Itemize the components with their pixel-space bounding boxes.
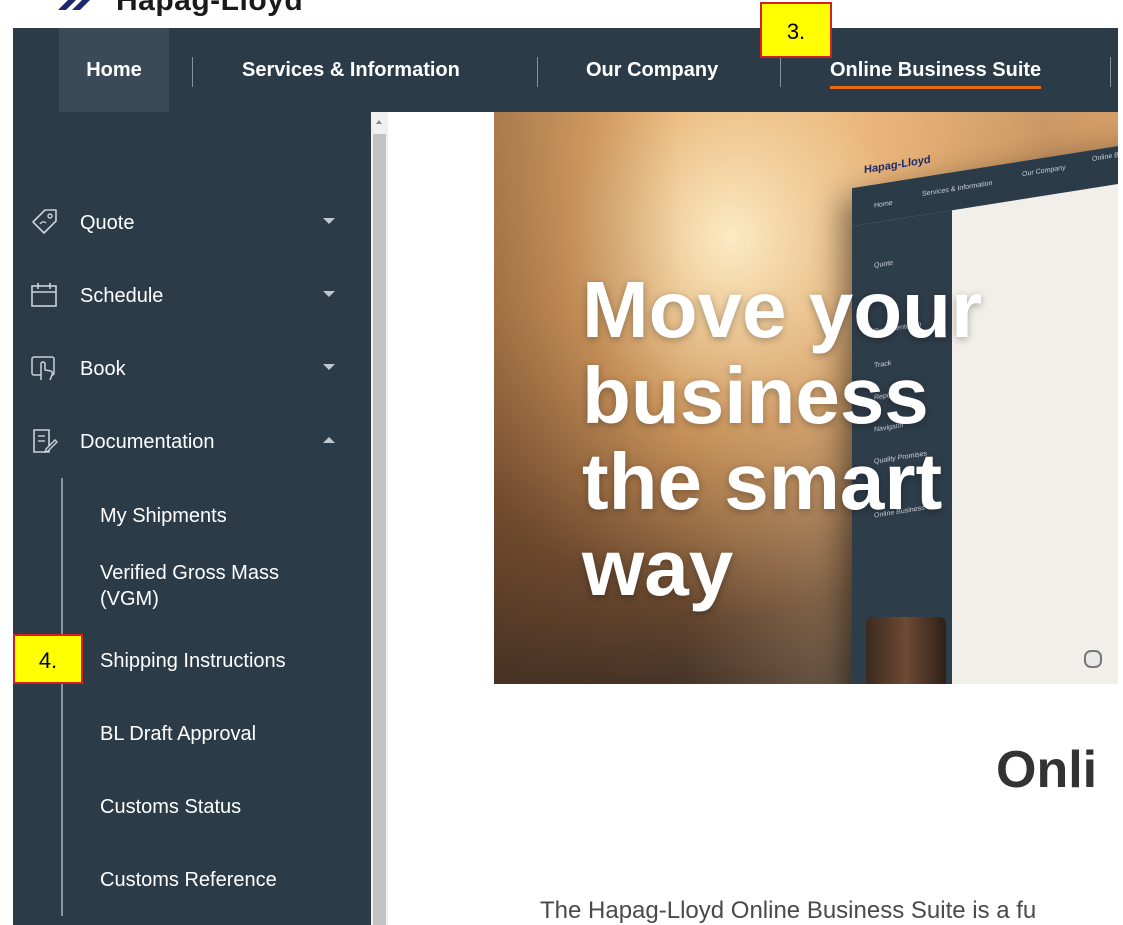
nav-separator (1110, 57, 1111, 87)
scrollbar-thumb[interactable] (373, 134, 386, 925)
document-edit-icon (33, 429, 58, 454)
logo-strip: Hapag-Lloyd (0, 0, 1123, 28)
sidebar-item-label: Schedule (80, 285, 164, 307)
annotation-step-3: 3. (760, 2, 832, 58)
submenu-item-shipping-instructions[interactable]: Shipping Instructions (100, 648, 286, 674)
submenu-item-bl-draft-approval[interactable]: BL Draft Approval (100, 721, 256, 747)
sidebar-item-label: Documentation (80, 431, 215, 453)
sidebar: Quote Schedule Book Documentation My Shi (13, 112, 371, 925)
nav-our-company[interactable]: Our Company (586, 28, 718, 112)
nav-separator (192, 57, 193, 87)
chevron-down-icon[interactable] (323, 291, 335, 297)
submenu-tree-line (61, 478, 63, 916)
nav-services-label: Services & Information (242, 59, 460, 81)
nav-home[interactable]: Home (59, 28, 169, 112)
pencil-cup-image (866, 617, 946, 684)
device-nav-item: Online Bus (1092, 150, 1118, 164)
sidebar-item-label: Quote (80, 212, 135, 234)
nav-online-business-suite-label: Online Business Suite (830, 59, 1042, 89)
sidebar-item-quote[interactable]: Quote (13, 202, 371, 242)
nav-separator (780, 57, 781, 87)
submenu-item-verified-gross-mass[interactable]: Verified Gross Mass (VGM) (100, 560, 330, 612)
chevron-up-icon[interactable] (323, 437, 335, 443)
viewport-edge (1118, 0, 1123, 925)
hand-pointer-icon (31, 356, 55, 381)
submenu-item-customs-status[interactable]: Customs Status (100, 794, 241, 820)
scroll-up-arrow-icon[interactable] (376, 120, 382, 124)
nav-our-company-label: Our Company (586, 59, 719, 81)
sidebar-item-book[interactable]: Book (13, 348, 371, 388)
sidebar-scrollbar[interactable] (371, 112, 388, 925)
hero-headline: Move your business the smart way (582, 267, 1102, 611)
annotation-step-4: 4. (13, 634, 83, 684)
nav-online-business-suite[interactable]: Online Business Suite (830, 28, 1042, 112)
calendar-icon (31, 283, 57, 307)
nav-home-label: Home (86, 59, 142, 81)
hapag-lloyd-logo-icon[interactable] (56, 0, 100, 10)
carousel-dot[interactable] (1084, 650, 1102, 668)
device-nav-item: Services & Information (922, 179, 993, 199)
page-title: Onli (996, 741, 1098, 799)
nav-separator (537, 57, 538, 87)
chevron-down-icon[interactable] (323, 218, 335, 224)
hero-headline-line: the smart (582, 437, 943, 526)
logo-text[interactable]: Hapag-Lloyd (116, 0, 303, 18)
tag-icon (32, 209, 57, 234)
sidebar-item-schedule[interactable]: Schedule (13, 275, 371, 315)
nav-services-information[interactable]: Services & Information (242, 28, 460, 112)
chevron-down-icon[interactable] (323, 364, 335, 370)
sidebar-item-documentation[interactable]: Documentation (13, 421, 371, 461)
hero-headline-line: business (582, 351, 929, 440)
submenu-item-customs-reference[interactable]: Customs Reference (100, 867, 277, 893)
sidebar-item-label: Book (80, 358, 126, 380)
device-nav-item: Our Company (1022, 164, 1066, 179)
top-navigation: Home Services & Information Our Company … (13, 28, 1118, 112)
intro-text: The Hapag-Lloyd Online Business Suite is… (540, 897, 1037, 924)
hero-headline-line: Move your (582, 265, 983, 354)
hero-banner: Hapag-Lloyd Home Services & Information … (494, 112, 1118, 684)
submenu-item-my-shipments[interactable]: My Shipments (100, 503, 227, 529)
device-nav-item: Home (874, 199, 893, 210)
hero-headline-line: way (582, 523, 734, 612)
